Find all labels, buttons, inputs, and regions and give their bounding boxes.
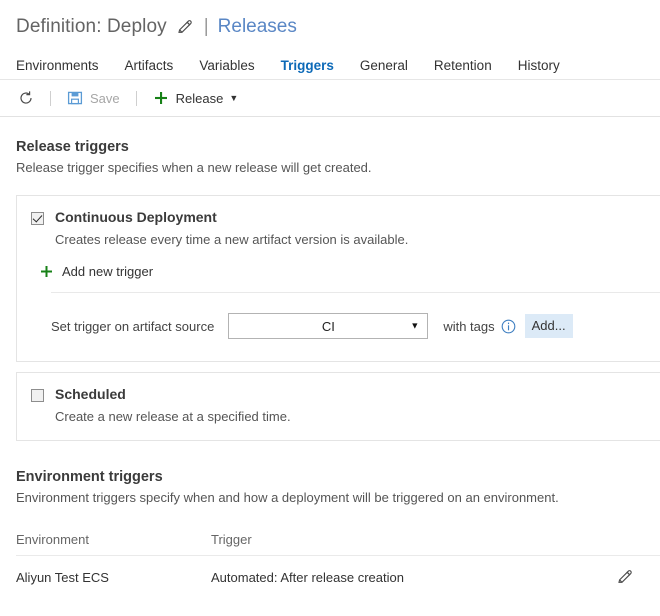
scheduled-title: Scheduled	[55, 386, 126, 402]
scheduled-panel: Scheduled Create a new release at a spec…	[16, 372, 660, 441]
tab-triggers[interactable]: Triggers	[281, 58, 334, 79]
continuous-deployment-title: Continuous Deployment	[55, 209, 217, 225]
chevron-down-icon: ▼	[410, 320, 420, 331]
tab-general[interactable]: General	[360, 58, 408, 79]
save-floppy-icon	[67, 90, 83, 106]
continuous-deployment-header: Continuous Deployment Creates release ev…	[17, 196, 660, 292]
page-header: Definition: Deploy | Releases	[0, 0, 660, 42]
tab-environments[interactable]: Environments	[16, 58, 99, 79]
toolbar: Save Release ▼	[0, 80, 660, 117]
releases-link[interactable]: Releases	[218, 16, 297, 38]
refresh-icon	[18, 90, 34, 106]
tab-artifacts[interactable]: Artifacts	[125, 58, 174, 79]
add-new-trigger-label: Add new trigger	[62, 264, 154, 279]
page-title: Definition: Deploy	[16, 16, 167, 37]
artifact-source-label: Set trigger on artifact source	[51, 318, 215, 334]
column-header-trigger: Trigger	[211, 531, 252, 547]
environment-triggers-subtitle: Environment triggers specify when and ho…	[16, 490, 559, 505]
table-row[interactable]: Aliyun Test ECS Automated: After release…	[16, 556, 660, 598]
table-header-row: Environment Trigger	[16, 523, 660, 556]
plus-icon	[153, 90, 169, 106]
save-button[interactable]: Save	[63, 85, 124, 111]
artifact-source-selected-value: CI	[321, 318, 335, 334]
refresh-button[interactable]	[14, 85, 38, 111]
release-label: Release	[175, 90, 224, 106]
release-button[interactable]: Release ▼	[149, 85, 243, 111]
artifact-source-select[interactable]: CI ▼	[228, 313, 429, 339]
cell-environment: Aliyun Test ECS	[16, 569, 109, 585]
with-tags-label: with tags	[443, 318, 495, 334]
release-triggers-title: Release triggers	[16, 139, 129, 155]
scheduled-description: Create a new release at a specified time…	[55, 409, 291, 424]
continuous-deployment-panel: Continuous Deployment Creates release ev…	[16, 195, 660, 362]
scheduled-checkbox[interactable]	[31, 389, 44, 402]
info-icon[interactable]	[501, 319, 516, 334]
pencil-icon	[616, 569, 633, 586]
cell-trigger: Automated: After release creation	[211, 569, 404, 585]
environment-triggers-title: Environment triggers	[16, 469, 163, 485]
edit-environment-trigger-button[interactable]	[616, 569, 660, 586]
scheduled-header: Scheduled Create a new release at a spec…	[17, 373, 660, 440]
edit-definition-pencil-icon[interactable]	[176, 19, 193, 36]
plus-icon	[40, 265, 53, 278]
environment-triggers-section: Environment triggers Environment trigger…	[0, 469, 660, 505]
save-label: Save	[90, 90, 120, 106]
artifact-source-trigger-row: Set trigger on artifact source CI ▼ with…	[17, 293, 660, 361]
title-separator: |	[203, 16, 209, 37]
add-tags-button[interactable]: Add...	[524, 314, 573, 338]
tab-variables[interactable]: Variables	[199, 58, 254, 79]
release-triggers-section: Release triggers Release trigger specifi…	[0, 139, 660, 175]
release-triggers-subtitle: Release trigger specifies when a new rel…	[16, 160, 372, 175]
chevron-down-icon: ▼	[229, 92, 239, 103]
toolbar-separator-2	[135, 90, 137, 106]
continuous-deployment-description: Creates release every time a new artifac…	[55, 232, 409, 247]
tab-retention[interactable]: Retention	[434, 58, 492, 79]
add-new-trigger-button[interactable]: Add new trigger	[40, 264, 153, 279]
continuous-deployment-checkbox[interactable]	[31, 212, 44, 225]
tab-bar: Environments Artifacts Variables Trigger…	[0, 52, 660, 80]
tab-history[interactable]: History	[518, 58, 560, 79]
environment-triggers-table: Environment Trigger Aliyun Test ECS Auto…	[16, 523, 660, 598]
toolbar-separator-1	[50, 90, 51, 106]
column-header-environment: Environment	[16, 531, 89, 547]
